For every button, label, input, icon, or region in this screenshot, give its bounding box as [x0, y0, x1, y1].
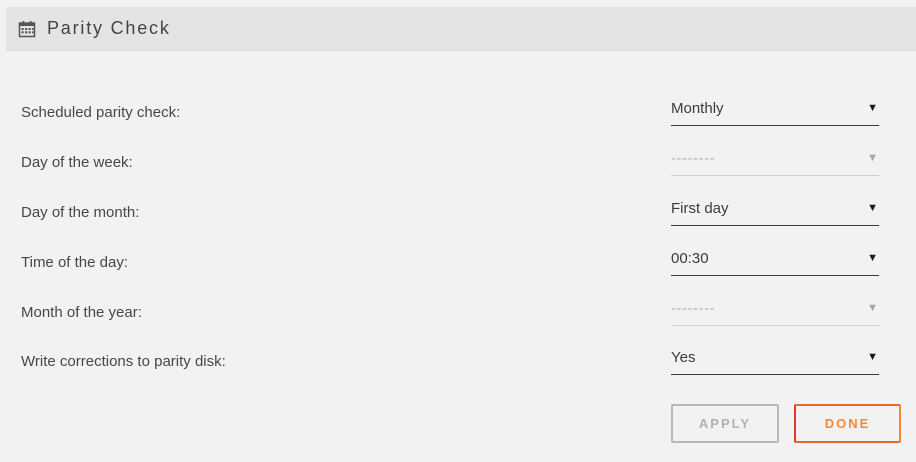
panel-header: Parity Check: [6, 7, 916, 51]
day-of-month-select[interactable]: First day ▼: [671, 198, 879, 226]
day-of-week-select: -------- ▼: [671, 148, 879, 176]
time-of-day-label: Time of the day:: [21, 254, 128, 271]
day-of-month-value: First day: [671, 200, 729, 217]
write-corrections-value: Yes: [671, 349, 696, 366]
scheduled-parity-check-label: Scheduled parity check:: [21, 104, 181, 121]
month-of-year-label: Month of the year:: [21, 304, 142, 321]
scheduled-parity-check-select[interactable]: Monthly ▼: [671, 98, 879, 126]
caret-down-icon: ▼: [867, 102, 878, 114]
write-corrections-select[interactable]: Yes ▼: [671, 347, 879, 375]
setting-row-day-of-week: Day of the week: -------- ▼: [0, 148, 916, 182]
setting-row-day-of-month: Day of the month: First day ▼: [0, 198, 916, 232]
day-of-week-label: Day of the week:: [21, 154, 133, 171]
setting-row-write-corrections: Write corrections to parity disk: Yes ▼: [0, 347, 916, 381]
day-of-month-label: Day of the month:: [21, 204, 140, 221]
caret-down-icon: ▼: [867, 152, 878, 164]
caret-down-icon: ▼: [867, 202, 878, 214]
setting-row-month-of-year: Month of the year: -------- ▼: [0, 298, 916, 332]
caret-down-icon: ▼: [867, 351, 878, 363]
time-of-day-value: 00:30: [671, 250, 709, 267]
month-of-year-select: -------- ▼: [671, 298, 879, 326]
calendar-icon: [18, 21, 36, 38]
write-corrections-label: Write corrections to parity disk:: [21, 353, 226, 370]
apply-button[interactable]: APPLY: [671, 404, 779, 443]
month-of-year-value: --------: [671, 300, 715, 317]
scheduled-parity-check-value: Monthly: [671, 100, 724, 117]
time-of-day-select[interactable]: 00:30 ▼: [671, 248, 879, 276]
caret-down-icon: ▼: [867, 252, 878, 264]
setting-row-time-of-day: Time of the day: 00:30 ▼: [0, 248, 916, 282]
day-of-week-value: --------: [671, 150, 715, 167]
panel-title: Parity Check: [47, 18, 171, 38]
done-button[interactable]: DONE: [794, 404, 901, 443]
caret-down-icon: ▼: [867, 302, 878, 314]
setting-row-scheduled-parity-check: Scheduled parity check: Monthly ▼: [0, 98, 916, 132]
